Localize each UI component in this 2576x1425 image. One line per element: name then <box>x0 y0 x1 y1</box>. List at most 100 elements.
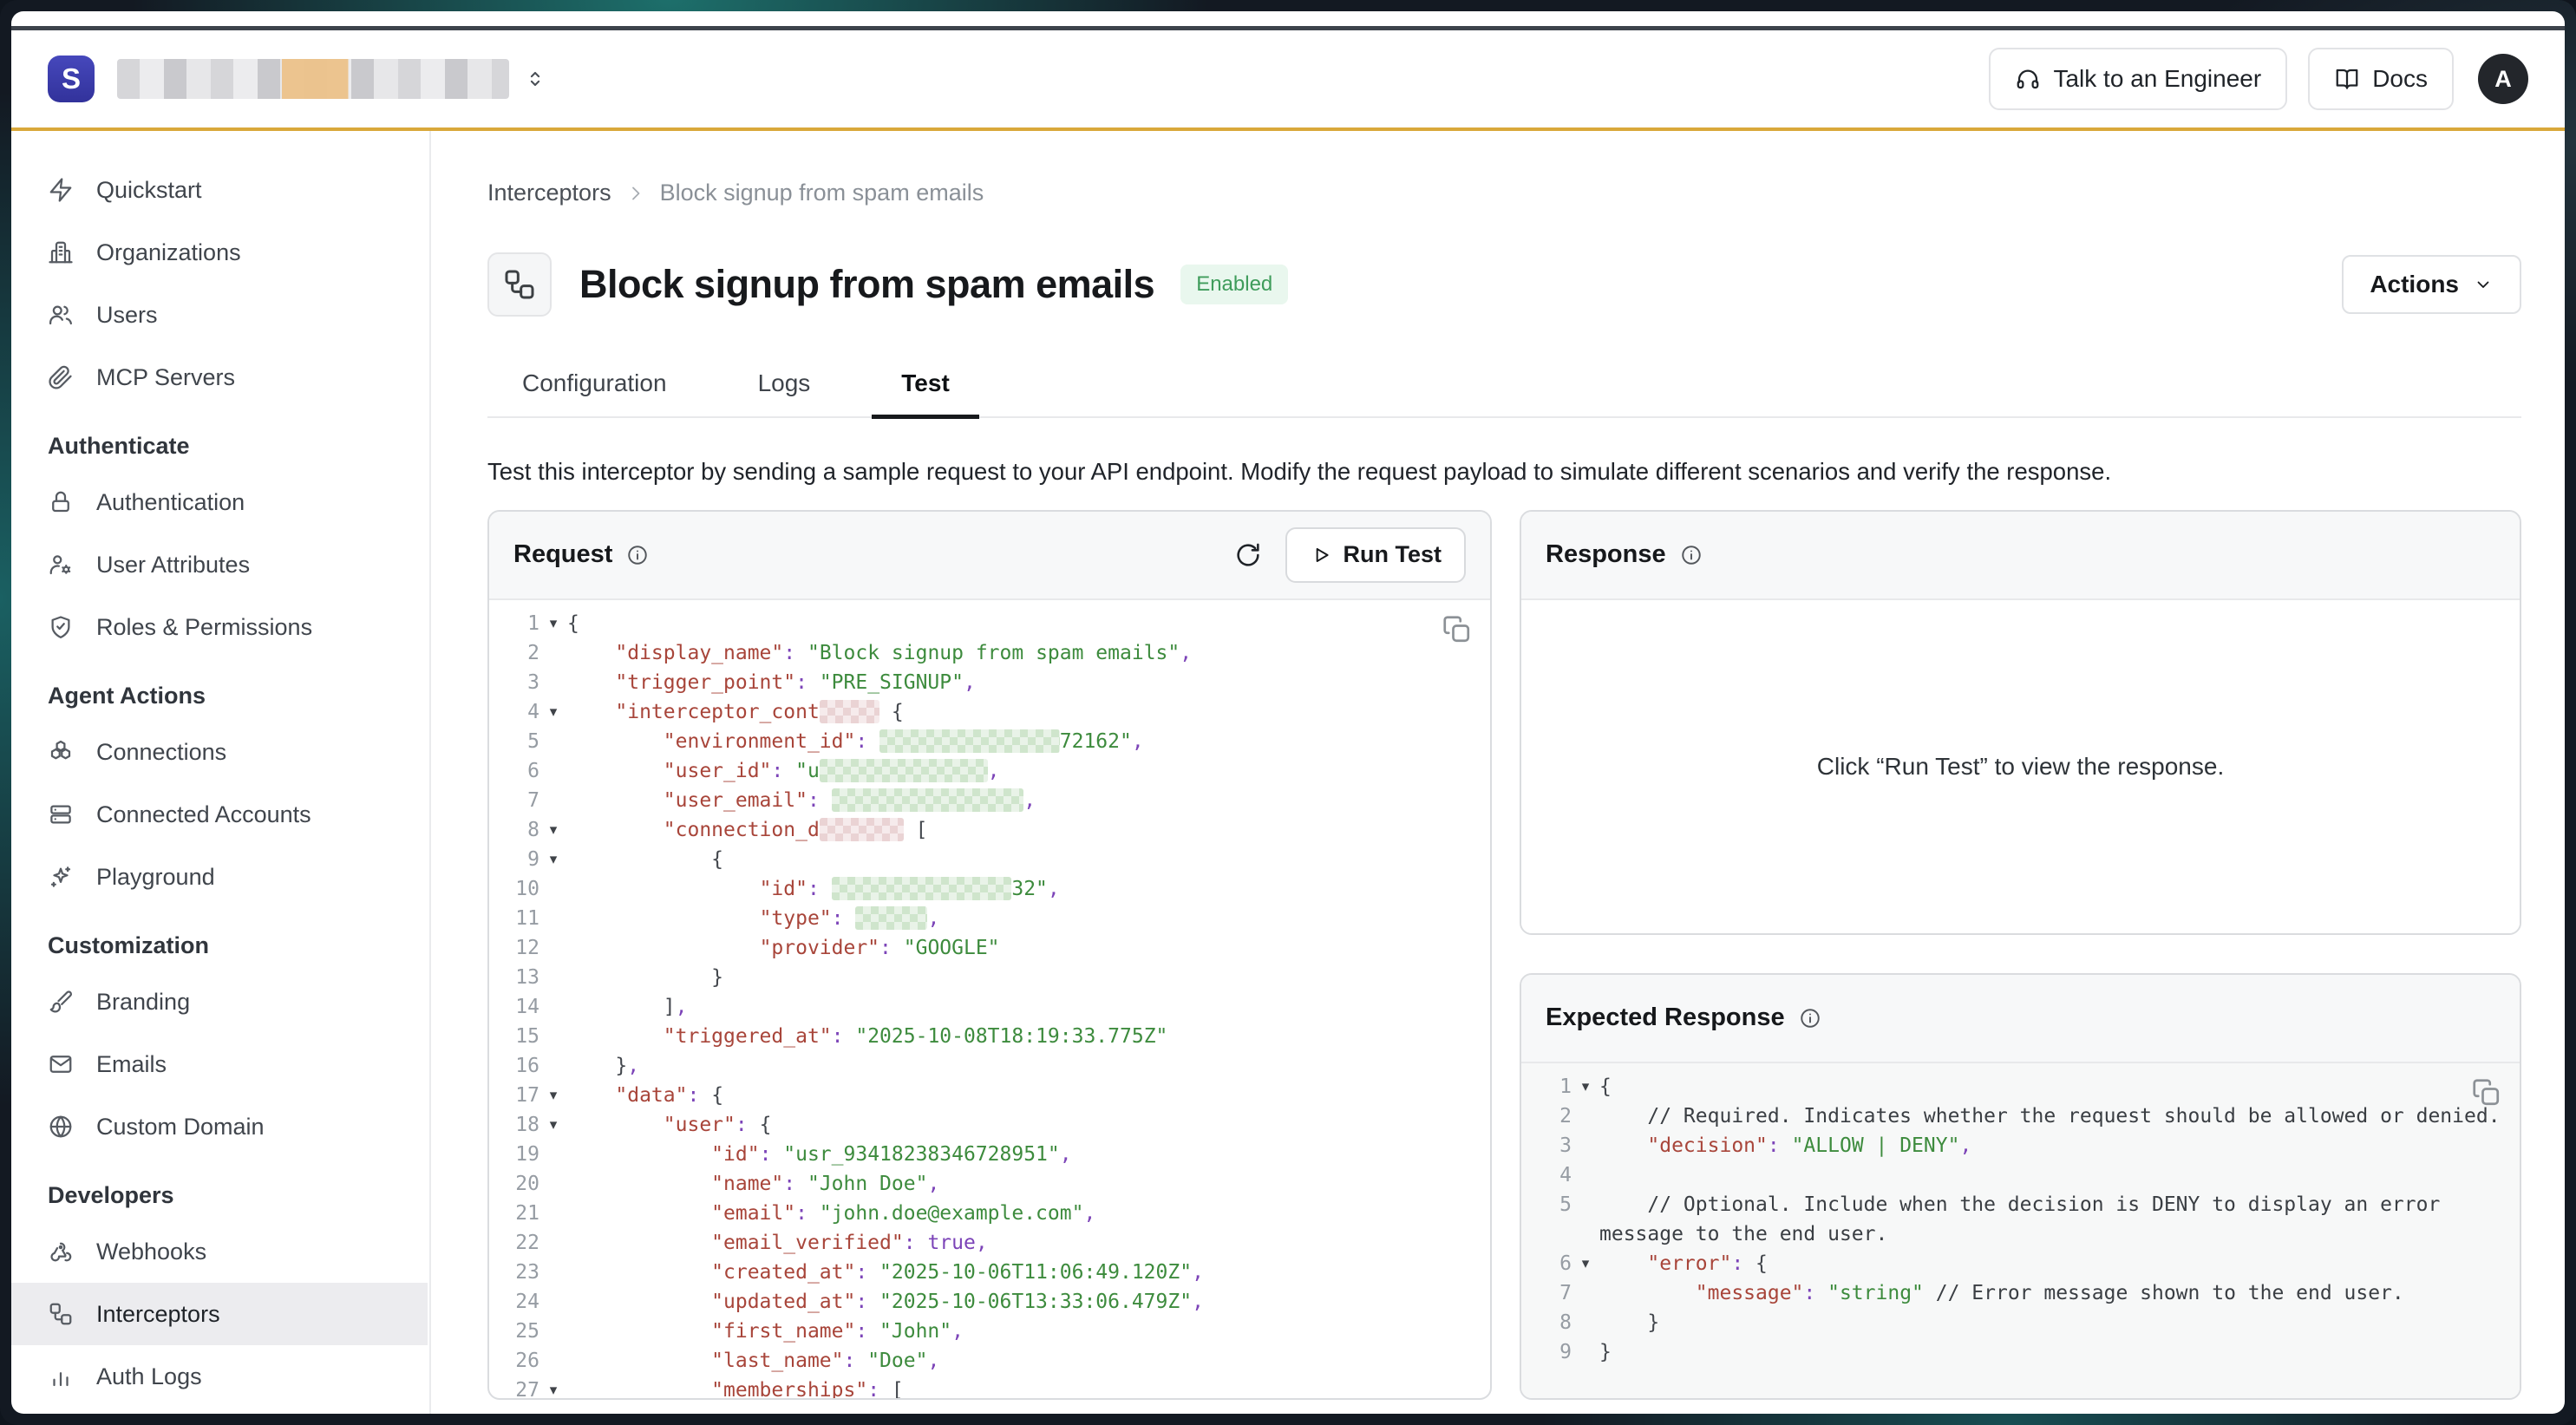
code-content: // Optional. Include when the decision i… <box>1599 1190 2506 1249</box>
code-line: 1▾{ <box>501 609 1476 638</box>
fold-toggle[interactable]: ▾ <box>539 1110 567 1140</box>
response-info-icon[interactable] <box>1680 544 1703 566</box>
line-number: 6 <box>1533 1249 1572 1278</box>
code-content: "first_name": "John", <box>567 1317 1476 1346</box>
run-test-button[interactable]: Run Test <box>1285 527 1467 583</box>
sidebar-item-user-attributes[interactable]: User Attributes <box>11 533 429 596</box>
code-content: ], <box>567 992 1476 1022</box>
copy-icon <box>1442 614 1473 645</box>
line-number: 22 <box>501 1228 539 1258</box>
code-line: 23 "created_at": "2025-10-06T11:06:49.12… <box>501 1258 1476 1287</box>
actions-button[interactable]: Actions <box>2342 255 2521 314</box>
expected-info-icon[interactable] <box>1799 1007 1821 1030</box>
fold-toggle[interactable]: ▾ <box>539 609 567 638</box>
sidebar-item-auth-logs[interactable]: Auth Logs <box>11 1345 429 1408</box>
copy-request-button[interactable] <box>1442 614 1473 645</box>
fold-toggle[interactable]: ▾ <box>539 845 567 874</box>
avatar[interactable]: A <box>2478 54 2528 104</box>
sidebar-item-label: Custom Domain <box>96 1114 265 1141</box>
code-line: 11 "type": , <box>501 904 1476 933</box>
tab-logs[interactable]: Logs <box>729 369 840 419</box>
paperclip-icon <box>48 364 74 390</box>
sidebar-item-connections[interactable]: Connections <box>11 721 429 783</box>
response-panel-header: Response <box>1521 512 2520 600</box>
request-info-icon[interactable] <box>626 544 649 566</box>
sidebar-item-organizations[interactable]: Organizations <box>11 221 429 284</box>
code-line: 17▾ "data": { <box>501 1081 1476 1110</box>
test-description: Test this interceptor by sending a sampl… <box>487 458 2521 486</box>
actions-label: Actions <box>2370 271 2459 298</box>
request-panel-title: Request <box>513 540 612 569</box>
sidebar-item-label: Interceptors <box>96 1301 220 1328</box>
code-line: 5 "environment_id": 72162", <box>501 727 1476 756</box>
sidebar-item-mcp-servers[interactable]: MCP Servers <box>11 346 429 409</box>
tab-test[interactable]: Test <box>872 369 979 419</box>
workflow-icon <box>48 1301 74 1327</box>
line-number: 6 <box>501 756 539 786</box>
code-line: 16 }, <box>501 1051 1476 1081</box>
chevrons-updown-icon <box>523 67 547 91</box>
run-test-label: Run Test <box>1344 541 1442 568</box>
code-content: { <box>567 609 1476 638</box>
webhook-icon <box>48 1239 74 1265</box>
sidebar-item-label: Branding <box>96 989 190 1016</box>
line-number: 7 <box>501 786 539 815</box>
code-content: "interceptor_cont { <box>567 697 1476 727</box>
talk-to-engineer-button[interactable]: Talk to an Engineer <box>1989 48 2287 110</box>
sidebar-item-label: MCP Servers <box>96 364 235 391</box>
line-number: 15 <box>501 1022 539 1051</box>
sidebar-nav: Quickstart Organizations Users MCP Servers A… <box>11 131 431 1414</box>
fold-toggle[interactable]: ▾ <box>539 1081 567 1110</box>
line-number: 14 <box>501 992 539 1022</box>
sidebar-item-authentication[interactable]: Authentication <box>11 471 429 533</box>
sidebar-item-branding[interactable]: Branding <box>11 971 429 1033</box>
info-icon <box>626 544 649 566</box>
sidebar-item-custom-domain[interactable]: Custom Domain <box>11 1095 429 1158</box>
code-content: "email": "john.doe@example.com", <box>567 1199 1476 1228</box>
sidebar-item-playground[interactable]: Playground <box>11 846 429 908</box>
chevron-right-icon-wrap <box>625 183 646 204</box>
line-number: 13 <box>501 963 539 992</box>
reset-request-button[interactable] <box>1233 540 1263 570</box>
sidebar-item-connected-accounts[interactable]: Connected Accounts <box>11 783 429 846</box>
fold-toggle[interactable]: ▾ <box>1572 1249 1599 1278</box>
copy-expected-button[interactable] <box>2471 1077 2502 1108</box>
app-logo[interactable]: S <box>48 56 95 102</box>
docs-button[interactable]: Docs <box>2308 48 2454 110</box>
sidebar-item-quickstart[interactable]: Quickstart <box>11 159 429 221</box>
line-number: 3 <box>1533 1131 1572 1160</box>
org-switcher[interactable] <box>523 67 547 91</box>
sidebar-item-roles-permissions[interactable]: Roles & Permissions <box>11 596 429 658</box>
sidebar-item-label: Webhooks <box>96 1239 206 1265</box>
line-number: 23 <box>501 1258 539 1287</box>
sidebar-item-label: Organizations <box>96 239 241 266</box>
boxes-icon <box>48 739 74 765</box>
code-line: 24 "updated_at": "2025-10-06T13:33:06.47… <box>501 1287 1476 1317</box>
tab-configuration[interactable]: Configuration <box>493 369 696 419</box>
title-row: Block signup from spam emails Enabled Ac… <box>487 236 2521 333</box>
fold-toggle[interactable]: ▾ <box>539 697 567 727</box>
sidebar-item-label: Connections <box>96 739 226 766</box>
code-line: 12 "provider": "GOOGLE" <box>501 933 1476 963</box>
request-code[interactable]: 1▾{2 "display_name": "Block signup from … <box>489 600 1490 1398</box>
sidebar-item-users[interactable]: Users <box>11 284 429 346</box>
sidebar-item-emails[interactable]: Emails <box>11 1033 429 1095</box>
code-content: "data": { <box>567 1081 1476 1110</box>
code-content: }, <box>567 1051 1476 1081</box>
code-line: 6▾ "error": { <box>1533 1249 2506 1278</box>
code-content: { <box>567 845 1476 874</box>
redacted-value <box>855 906 927 930</box>
line-number: 8 <box>501 815 539 845</box>
sidebar-item-webhooks[interactable]: Webhooks <box>11 1220 429 1283</box>
sidebar-item-label: Connected Accounts <box>96 801 311 828</box>
fold-toggle[interactable]: ▾ <box>1572 1072 1599 1101</box>
redacted-value <box>820 818 904 841</box>
sidebar-section-developers: Developers <box>11 1170 429 1220</box>
fold-toggle[interactable]: ▾ <box>539 815 567 845</box>
fold-toggle[interactable]: ▾ <box>539 1376 567 1398</box>
zap-icon <box>48 177 74 203</box>
expected-code[interactable]: 1▾{2 // Required. Indicates whether the … <box>1521 1063 2520 1398</box>
sidebar-item-interceptors[interactable]: Interceptors <box>11 1283 428 1345</box>
breadcrumb-parent[interactable]: Interceptors <box>487 180 611 206</box>
org-name-redacted[interactable] <box>117 59 509 99</box>
